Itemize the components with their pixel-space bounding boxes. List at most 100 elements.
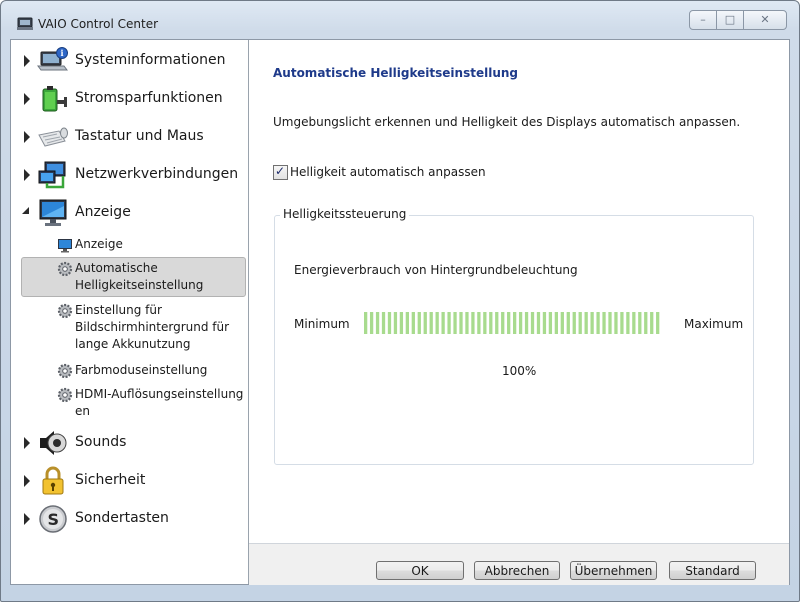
sidebar-item-label: Sondertasten	[75, 510, 169, 526]
svg-text:S: S	[48, 510, 60, 529]
laptop-info-icon: i	[37, 47, 68, 71]
expand-arrow-icon[interactable]	[24, 437, 30, 449]
meter-segment	[566, 312, 570, 334]
expand-arrow-icon[interactable]	[24, 169, 30, 181]
brightness-percent: 100%	[502, 364, 537, 378]
window-controls: – □ ✕	[689, 10, 787, 30]
meter-segment	[441, 312, 445, 334]
gear-icon	[57, 363, 73, 379]
meter-segment	[364, 312, 368, 334]
meter-segment	[518, 312, 523, 334]
sidebar-subitem-automatische-helligkeitseinstellung[interactable]: Automatische Helligkeitseinstellung	[21, 257, 246, 297]
sidebar-subitem-label: Automatische Helligkeitseinstellung	[75, 261, 204, 292]
sidebar-item-anzeige[interactable]: Anzeige	[11, 195, 248, 231]
content-panel: Automatische Helligkeitseinstellung Umge…	[249, 40, 789, 543]
sidebar-item-label: Netzwerkverbindungen	[75, 166, 239, 182]
meter-segment	[369, 312, 374, 334]
title-bar[interactable]: VAIO Control Center – □ ✕	[1, 1, 799, 37]
sidebar-item-netzwerkverbindungen[interactable]: Netzwerkverbindungen	[11, 157, 248, 193]
sidebar-subitem-farbmoduseinstellung[interactable]: Farbmoduseinstellung	[21, 359, 244, 381]
meter-segment	[507, 312, 511, 334]
cancel-button[interactable]: Abbrechen	[474, 561, 560, 580]
meter-segment	[435, 312, 439, 334]
gear-icon	[57, 303, 73, 319]
sidebar-subitem-bildschirmhintergrund[interactable]: Einstellung für Bildschirmhintergrund fü…	[21, 299, 244, 353]
meter-segment	[602, 312, 606, 334]
meter-segment	[530, 312, 535, 334]
meter-segment	[596, 312, 600, 334]
expand-arrow-icon[interactable]	[24, 513, 30, 525]
vaio-app-icon	[17, 17, 33, 30]
sidebar-item-label: Anzeige	[75, 204, 131, 220]
meter-segment	[405, 312, 409, 334]
group-title: Helligkeitssteuerung	[280, 207, 410, 221]
meter-segment	[453, 312, 457, 334]
sidebar-item-tastatur-und-maus[interactable]: Tastatur und Maus	[11, 119, 248, 155]
meter-segment	[626, 312, 630, 334]
sidebar-item-systeminformationen[interactable]: i Systeminformationen	[11, 43, 248, 79]
default-button[interactable]: Standard	[669, 561, 756, 580]
meter-segment	[590, 312, 594, 334]
meter-segment	[632, 312, 636, 334]
auto-brightness-checkbox[interactable]: ✓	[273, 164, 288, 180]
meter-segment	[542, 312, 547, 334]
meter-segment	[495, 312, 499, 334]
meter-segment	[638, 312, 642, 334]
backlight-power-label: Energieverbrauch von Hintergrundbeleucht…	[294, 263, 578, 277]
sidebar-subitem-label: Anzeige	[75, 237, 123, 251]
meter-segment	[477, 312, 481, 334]
page-description: Umgebungslicht erkennen und Helligkeit d…	[273, 115, 741, 129]
apply-button[interactable]: Übernehmen	[570, 561, 657, 580]
minimize-button[interactable]: –	[689, 10, 717, 30]
sidebar-subitem-label: HDMI-Auflösungseinstellung en	[75, 387, 244, 418]
meter-segment	[501, 312, 505, 334]
expand-arrow-icon[interactable]	[24, 131, 30, 143]
sidebar-subitem-label: Farbmoduseinstellung	[75, 363, 208, 377]
minimum-label: Minimum	[294, 317, 350, 331]
meter-segment	[471, 312, 475, 334]
meter-segment	[429, 312, 433, 334]
meter-segment	[411, 312, 415, 334]
meter-segment	[447, 312, 451, 334]
collapse-arrow-icon[interactable]	[22, 207, 29, 214]
brightness-level-meter	[364, 312, 660, 334]
brightness-control-group	[274, 215, 754, 465]
auto-brightness-checkbox-label[interactable]: Helligkeit automatisch anpassen	[290, 165, 486, 179]
meter-segment	[608, 312, 612, 334]
sidebar-subitem-hdmi-aufloesungseinstellung[interactable]: HDMI-Auflösungseinstellung en	[21, 383, 244, 421]
expand-arrow-icon[interactable]	[24, 93, 30, 105]
expand-arrow-icon[interactable]	[24, 55, 30, 67]
meter-segment	[513, 312, 517, 334]
meter-segment	[650, 312, 654, 334]
meter-segment	[548, 312, 553, 334]
meter-segment	[387, 312, 392, 334]
sidebar-subitem-anzeige[interactable]: Anzeige	[21, 233, 244, 255]
meter-segment	[393, 312, 398, 334]
meter-segment	[483, 312, 487, 334]
dialog-footer: OK Abbrechen Übernehmen Standard	[249, 543, 789, 585]
sidebar-tree: i Systeminformationen Stromsparfunktione…	[11, 40, 249, 584]
sidebar-item-stromsparfunktionen[interactable]: Stromsparfunktionen	[11, 81, 248, 117]
monitor-small-icon	[58, 239, 72, 253]
gear-icon	[57, 387, 73, 403]
sidebar-item-label: Tastatur und Maus	[75, 128, 204, 144]
keyboard-mouse-icon	[38, 127, 68, 147]
maximize-button[interactable]: □	[716, 10, 744, 30]
meter-segment	[620, 312, 624, 334]
meter-segment	[465, 312, 469, 334]
sidebar-item-label: Sicherheit	[75, 472, 146, 488]
window-title: VAIO Control Center	[38, 17, 159, 31]
padlock-icon	[42, 466, 64, 495]
meter-segment	[381, 312, 386, 334]
sidebar-item-sicherheit[interactable]: Sicherheit	[11, 463, 248, 499]
sidebar-item-label: Systeminformationen	[75, 52, 226, 68]
sidebar-item-sounds[interactable]: Sounds	[11, 425, 248, 461]
meter-segment	[584, 312, 588, 334]
meter-segment	[614, 312, 618, 334]
close-button[interactable]: ✕	[743, 10, 787, 30]
sidebar-item-label: Stromsparfunktionen	[75, 90, 223, 106]
expand-arrow-icon[interactable]	[24, 475, 30, 487]
sidebar-item-sondertasten[interactable]: S Sondertasten	[11, 501, 248, 537]
network-monitors-icon	[38, 161, 66, 189]
ok-button[interactable]: OK	[376, 561, 464, 580]
